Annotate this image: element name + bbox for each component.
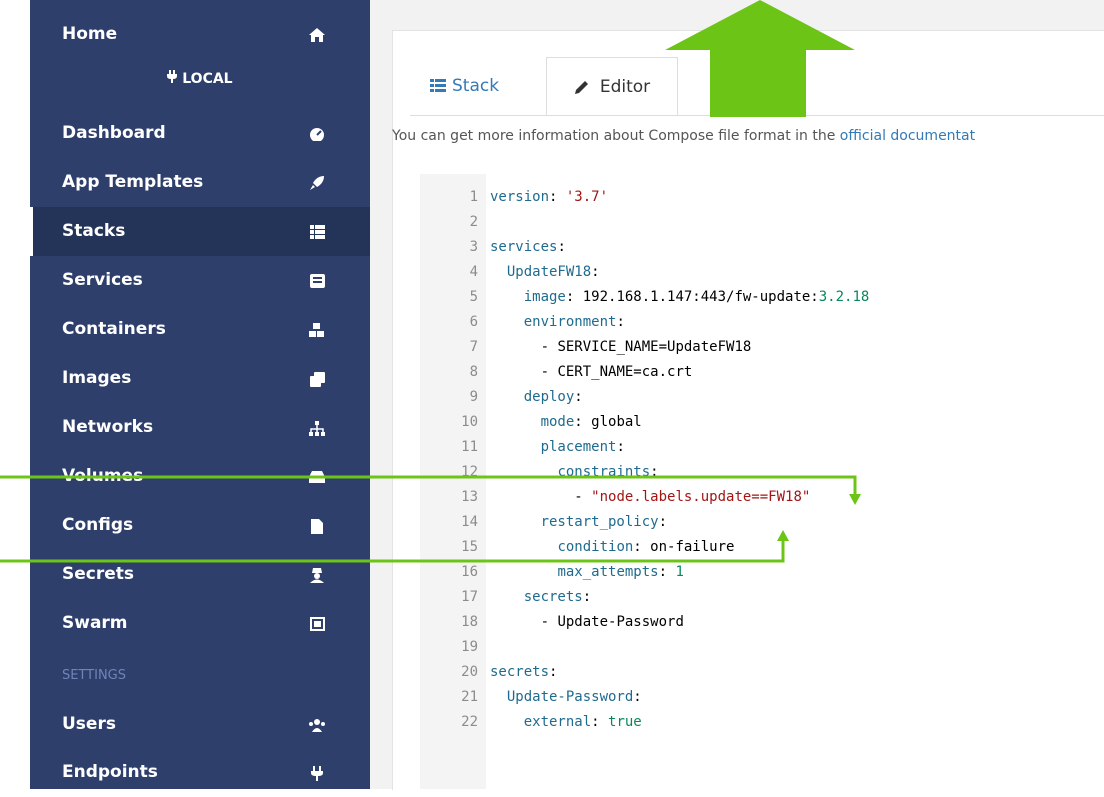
arrow-to-update-label-annotation bbox=[0, 530, 789, 563]
annotation-overlay bbox=[0, 0, 861, 563]
big-up-arrow-annotation bbox=[665, 0, 855, 117]
arrow-to-constraints-annotation bbox=[0, 475, 861, 505]
